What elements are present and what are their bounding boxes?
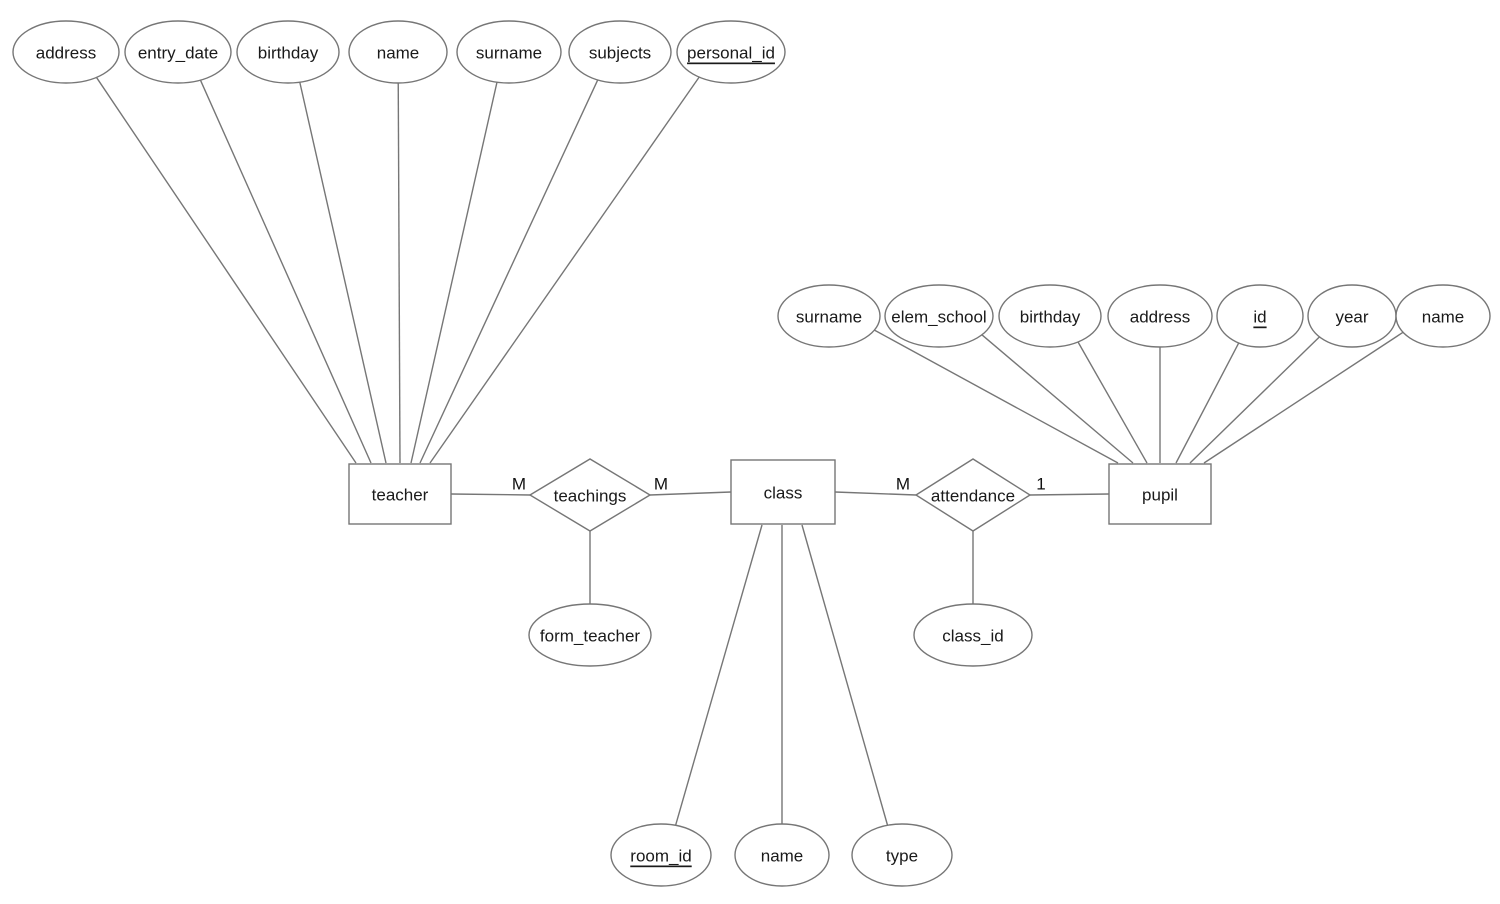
edges-layer [95,76,1404,826]
attribute-edge-pupil-surname [873,329,1119,464]
attribute-edge-teacher-address [95,76,357,464]
entity-pupil[interactable]: pupil [1108,463,1212,525]
attribute-label-teacher-birthday: birthday [258,44,319,63]
attribute-label-teacher-subjects: subjects [589,44,651,63]
attribute-teacher-surname[interactable]: surname [456,20,562,84]
entity-label-class: class [764,484,803,503]
attribute-label-teacher-address: address [36,44,96,63]
attribute-label-pupil-name: name [1422,308,1465,327]
attribute-teacher-birthday[interactable]: birthday [236,20,340,84]
attribute-pupil-surname[interactable]: surname [777,284,881,348]
attribute-label-pupil-elem_school: elem_school [891,308,986,327]
attribute-teacher-name[interactable]: name [348,20,448,84]
attribute-edge-teacher-subjects [419,79,599,464]
relationship-label-teachings: teachings [554,487,627,506]
attribute-label-attendance-class_id: class_id [942,627,1003,646]
attribute-teacher-subjects[interactable]: subjects [568,20,672,84]
primary-key-label-teacher-personal_id: personal_id [687,44,775,63]
er-diagram-svg: teachings attendance teacher class pupil ad… [12,20,1491,887]
attribute-pupil-year[interactable]: year [1307,284,1397,348]
attribute-label-pupil-birthday: birthday [1020,308,1081,327]
attribute-edge-teacher-birthday [299,81,387,464]
attribute-label-teacher-surname: surname [476,44,542,63]
attribute-class-room_id[interactable]: room_id [610,823,712,887]
attribute-label-teacher-entry_date: entry_date [138,44,218,63]
entities-layer: teacher class pupil [348,459,1212,525]
relationship-attendance[interactable]: attendance [914,458,1032,532]
attribute-label-teacher-name: name [377,44,420,63]
attribute-attendance-class_id[interactable]: class_id [913,603,1033,667]
entity-label-teacher: teacher [372,486,429,505]
primary-key-label-class-room_id: room_id [630,847,691,866]
cardinality-attendance-left: M [896,475,910,494]
attribute-pupil-address[interactable]: address [1107,284,1213,348]
attribute-edge-class-room_id [674,524,763,826]
attribute-class-name[interactable]: name [734,823,830,887]
attribute-edge-pupil-id [1175,342,1240,464]
attribute-class-type[interactable]: type [851,823,953,887]
attribute-teachings-form_teacher[interactable]: form_teacher [528,603,652,667]
attribute-label-teachings-form_teacher: form_teacher [540,627,640,646]
cardinality-attendance-right: 1 [1036,475,1045,494]
cardinality-teachings-left: M [512,475,526,494]
attribute-label-pupil-address: address [1130,308,1190,327]
attribute-label-pupil-surname: surname [796,308,862,327]
attribute-edge-class-type [801,524,889,826]
attribute-edge-teacher-surname [410,81,498,464]
attribute-teacher-personal_id[interactable]: personal_id [676,20,786,84]
attribute-label-pupil-year: year [1335,308,1368,327]
entity-label-pupil: pupil [1142,486,1178,505]
connector-teacher-teachings [450,493,531,496]
attribute-pupil-elem_school[interactable]: elem_school [884,284,994,348]
attribute-teacher-entry_date[interactable]: entry_date [124,20,232,84]
relationship-teachings[interactable]: teachings [528,458,652,532]
attribute-edge-teacher-personal_id [429,76,700,464]
attribute-label-class-name: name [761,847,804,866]
attribute-edge-teacher-name [397,82,401,464]
er-diagram-canvas: teachings attendance teacher class pupil ad… [0,0,1500,904]
primary-key-label-pupil-id: id [1253,308,1266,327]
connector-attendance-pupil [1029,493,1110,496]
attribute-pupil-id[interactable]: id [1216,284,1304,348]
entity-class[interactable]: class [730,459,836,525]
cardinality-teachings-right: M [654,475,668,494]
attributes-layer: address entry_date birthday name surname subj… [12,20,1491,887]
relationship-label-attendance: attendance [931,487,1015,506]
entity-teacher[interactable]: teacher [348,463,452,525]
attribute-edge-teacher-entry_date [199,79,372,464]
attribute-pupil-birthday[interactable]: birthday [998,284,1102,348]
attribute-label-class-type: type [886,847,918,866]
attribute-teacher-address[interactable]: address [12,20,120,84]
attribute-pupil-name[interactable]: name [1395,284,1491,348]
